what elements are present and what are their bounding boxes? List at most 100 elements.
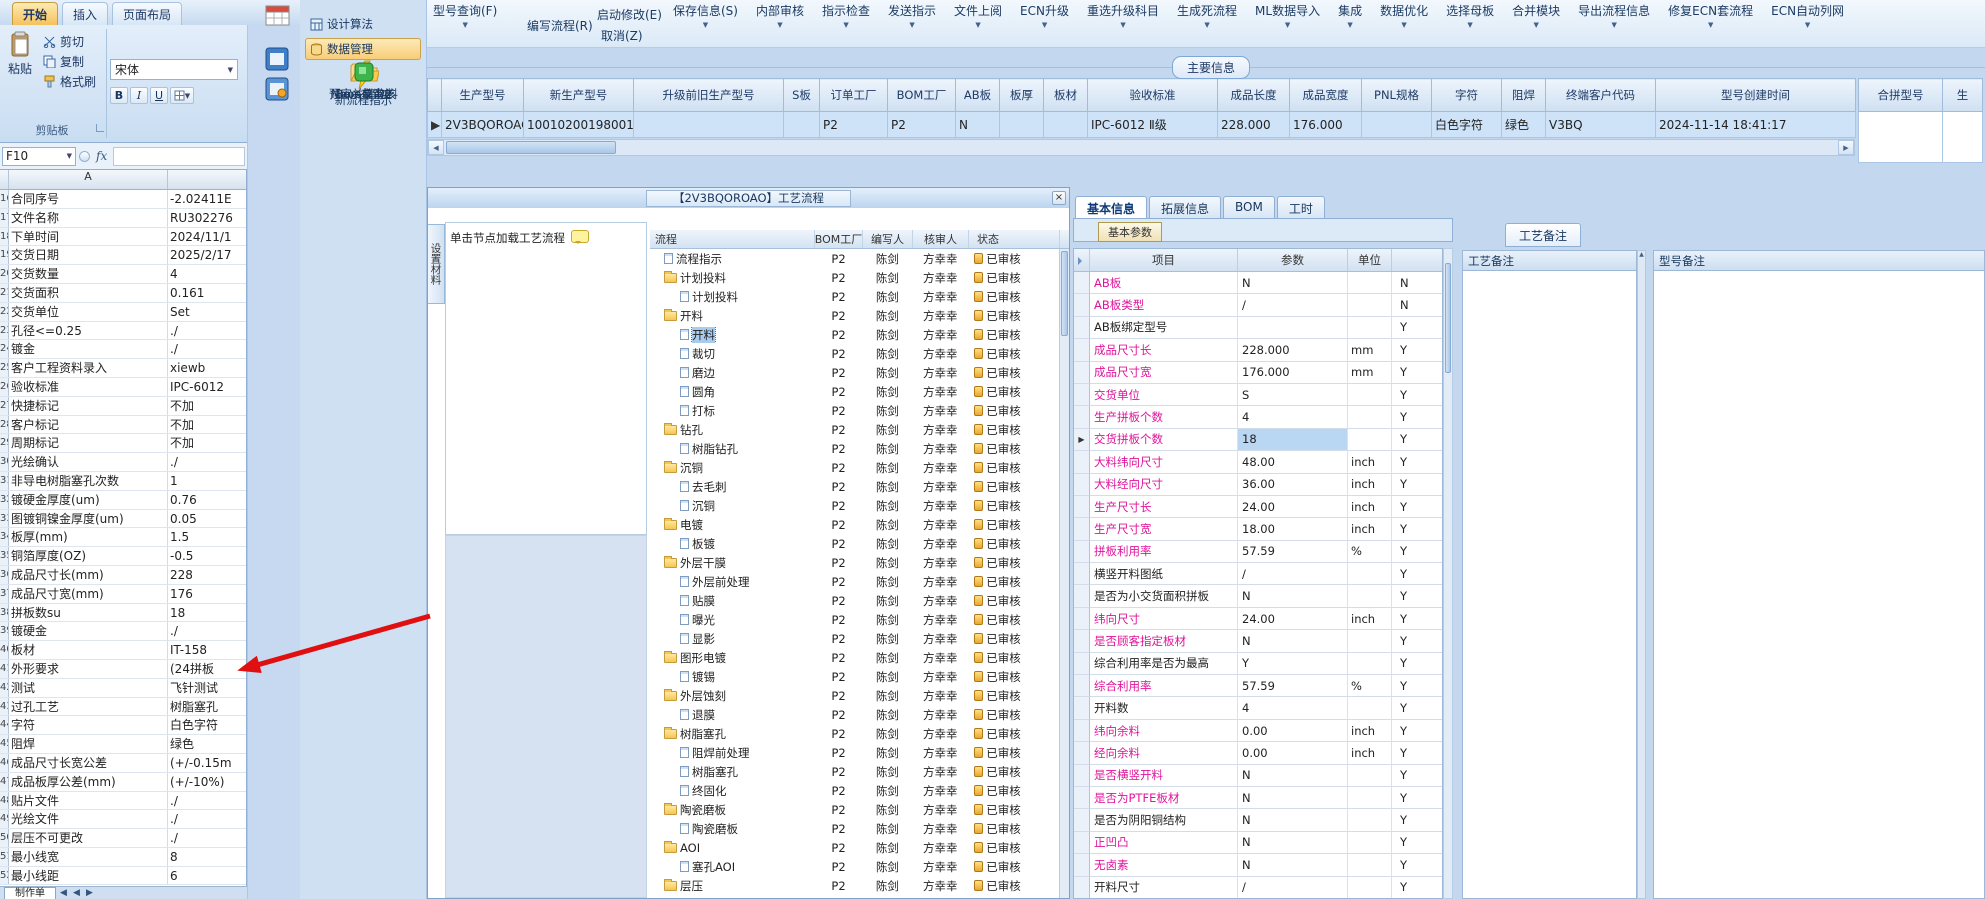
sheet-cell-value[interactable]: 绿色: [168, 735, 246, 753]
parameter-value[interactable]: N: [1238, 809, 1348, 832]
row-number[interactable]: 42: [0, 678, 9, 697]
main-info-column-header[interactable]: 板材: [1043, 78, 1088, 112]
main-info-column-header[interactable]: 成品宽度: [1289, 78, 1362, 112]
parameter-value[interactable]: /: [1238, 876, 1348, 898]
process-node-label[interactable]: 流程指示: [676, 251, 722, 267]
sheet-cell-label[interactable]: 层压不可更改: [9, 829, 168, 847]
menu-item-model-query[interactable]: 型号查询(F) ▼: [433, 2, 497, 29]
row-number[interactable]: 51: [0, 847, 9, 866]
merge-model-column-header[interactable]: 合拼型号: [1858, 78, 1943, 112]
corner-cell[interactable]: [0, 170, 9, 189]
sheet-cell-value[interactable]: 白色字符: [168, 716, 246, 734]
parameter-row[interactable]: 正凹凸 N Y: [1074, 831, 1442, 855]
window-settings-icon[interactable]: [264, 76, 290, 102]
sheet-cell-label[interactable]: 外形要求: [9, 659, 168, 678]
menu-item[interactable]: 生成死流程 ▼: [1177, 2, 1237, 29]
sheet-cell-label[interactable]: 成品尺寸长(mm): [9, 565, 168, 584]
parameter-value[interactable]: [1238, 316, 1348, 340]
font-family-select[interactable]: 宋体 ▼: [110, 59, 238, 80]
sheet-cell-value[interactable]: 6: [168, 867, 246, 885]
column-header-a[interactable]: A: [9, 170, 168, 189]
main-info-data-row[interactable]: ▶ 2V3BQOROAO 10010200198001 P2 P2 N IPC-…: [427, 111, 1856, 138]
main-info-cell[interactable]: 绿色: [1501, 111, 1546, 138]
parameter-row[interactable]: 生产尺寸长 24.00 inch Y: [1074, 495, 1442, 519]
scroll-right-icon[interactable]: ▶: [1838, 140, 1854, 155]
main-info-column-header[interactable]: PNL规格: [1361, 78, 1432, 112]
function-wizard-icon[interactable]: [79, 150, 90, 162]
main-info-cell[interactable]: [999, 111, 1044, 138]
process-node-row[interactable]: 贴膜 P2 陈剑 方幸幸 已审核: [650, 591, 1059, 610]
sheet-nav-left-icon[interactable]: ◀: [71, 888, 82, 898]
sheet-cell-value[interactable]: 不加: [168, 434, 246, 452]
sheet-cell-value[interactable]: 8: [168, 848, 246, 866]
process-node-row[interactable]: 沉铜 P2 陈剑 方幸幸 已审核: [650, 458, 1059, 477]
scrollbar-thumb[interactable]: [446, 141, 616, 154]
sheet-cell-label[interactable]: 成品尺寸宽(mm): [9, 584, 168, 603]
parameter-row[interactable]: 开料数 4 Y: [1074, 697, 1442, 720]
menu-item[interactable]: 修复ECN套流程 ▼: [1668, 2, 1753, 29]
menu-item[interactable]: 数据优化 ▼: [1380, 2, 1428, 29]
sheet-cell-label[interactable]: 阻焊: [9, 735, 168, 753]
sheet-cell-label[interactable]: 孔径<=0.25: [9, 321, 168, 340]
main-info-column-header[interactable]: 生产型号: [441, 78, 524, 112]
process-node-label[interactable]: 计划投料: [692, 289, 738, 305]
parameter-row[interactable]: 是否横竖开料 N Y: [1074, 764, 1442, 787]
sheet-cell-value[interactable]: 1: [168, 472, 246, 490]
sheet-cell-label[interactable]: 交货单位: [9, 302, 168, 321]
process-node-row[interactable]: 外层干膜 P2 陈剑 方幸幸 已审核: [650, 553, 1059, 572]
row-number[interactable]: 46: [0, 753, 9, 772]
main-info-cell[interactable]: IPC-6012 Ⅱ级: [1087, 111, 1218, 138]
sheet-cell-label[interactable]: 验收标准: [9, 377, 168, 396]
sheet-cell-label[interactable]: 铜箔厚度(OZ): [9, 547, 168, 565]
column-header-process[interactable]: 流程: [650, 230, 815, 248]
row-number[interactable]: 44: [0, 716, 9, 735]
sheet-cell-label[interactable]: 板厚(mm): [9, 528, 168, 547]
main-info-cell[interactable]: [783, 111, 820, 138]
row-number[interactable]: 19: [0, 246, 9, 265]
main-info-cell[interactable]: 2024-11-14 18:41:17: [1655, 111, 1856, 138]
row-number[interactable]: 16: [0, 190, 9, 208]
process-node-row[interactable]: 磨边 P2 陈剑 方幸幸 已审核: [650, 363, 1059, 382]
process-node-label[interactable]: 显影: [692, 631, 715, 647]
main-info-cell[interactable]: 10010200198001: [523, 111, 634, 138]
process-node-label[interactable]: 去毛刺: [692, 479, 727, 495]
parameter-value[interactable]: 18: [1238, 428, 1348, 452]
process-node-label[interactable]: 树脂钻孔: [692, 441, 738, 457]
parameter-value[interactable]: /: [1238, 294, 1348, 317]
main-info-column-header[interactable]: 订单工厂: [819, 78, 888, 112]
parameter-row[interactable]: 是否为小交货面积拼板 N Y: [1074, 585, 1442, 608]
sheet-cell-label[interactable]: 交货数量: [9, 265, 168, 283]
parameter-row[interactable]: 是否为PTFE板材 N Y: [1074, 786, 1442, 810]
row-number[interactable]: 35: [0, 547, 9, 565]
format-painter-button[interactable]: 格式刷: [40, 71, 99, 91]
parameter-row[interactable]: 大料纬向尺寸 48.00 inch Y: [1074, 451, 1442, 474]
parameter-value[interactable]: 36.00: [1238, 473, 1348, 496]
menu-item[interactable]: ECN升级 ▼: [1020, 2, 1069, 29]
column-header-item[interactable]: 项目: [1090, 249, 1238, 271]
main-info-cell[interactable]: N: [955, 111, 1000, 138]
parameter-row[interactable]: 成品尺寸宽 176.000 mm Y: [1074, 361, 1442, 384]
main-info-cell[interactable]: 2V3BQOROAO: [441, 111, 524, 138]
row-number[interactable]: 40: [0, 641, 9, 659]
sheet-cell-label[interactable]: 交货日期: [9, 246, 168, 265]
row-number[interactable]: 30: [0, 453, 9, 471]
process-node-row[interactable]: X-Ray冲孔 P2 陈剑 方幸幸 已审核: [650, 895, 1059, 899]
bold-button[interactable]: B: [110, 87, 128, 104]
process-node-row[interactable]: 陶瓷磨板 P2 陈剑 方幸幸 已审核: [650, 819, 1059, 838]
row-number[interactable]: 29: [0, 434, 9, 453]
menu-item[interactable]: 重选升级科目 ▼: [1087, 2, 1159, 29]
process-node-row[interactable]: 显影 P2 陈剑 方幸幸 已审核: [650, 629, 1059, 648]
parameter-value[interactable]: 0.00: [1238, 742, 1348, 765]
parameter-row[interactable]: AB板 N N: [1074, 272, 1442, 295]
sheet-tab[interactable]: 制作单: [4, 887, 56, 899]
column-header-param[interactable]: 参数: [1238, 249, 1348, 271]
main-info-column-header[interactable]: 升级前旧生产型号: [633, 78, 784, 112]
sheet-cell-label[interactable]: 光绘确认: [9, 453, 168, 471]
process-node-row[interactable]: 阻焊前处理 P2 陈剑 方幸幸 已审核: [650, 743, 1059, 762]
process-notes-body[interactable]: [1462, 271, 1637, 899]
sheet-cell-label[interactable]: 快捷标记: [9, 396, 168, 415]
parameter-value[interactable]: 24.00: [1238, 607, 1348, 631]
scrollbar-track[interactable]: [618, 140, 1838, 155]
row-number[interactable]: 36: [0, 565, 9, 584]
sheet-cell-value[interactable]: (+/-0.15m: [168, 754, 246, 772]
